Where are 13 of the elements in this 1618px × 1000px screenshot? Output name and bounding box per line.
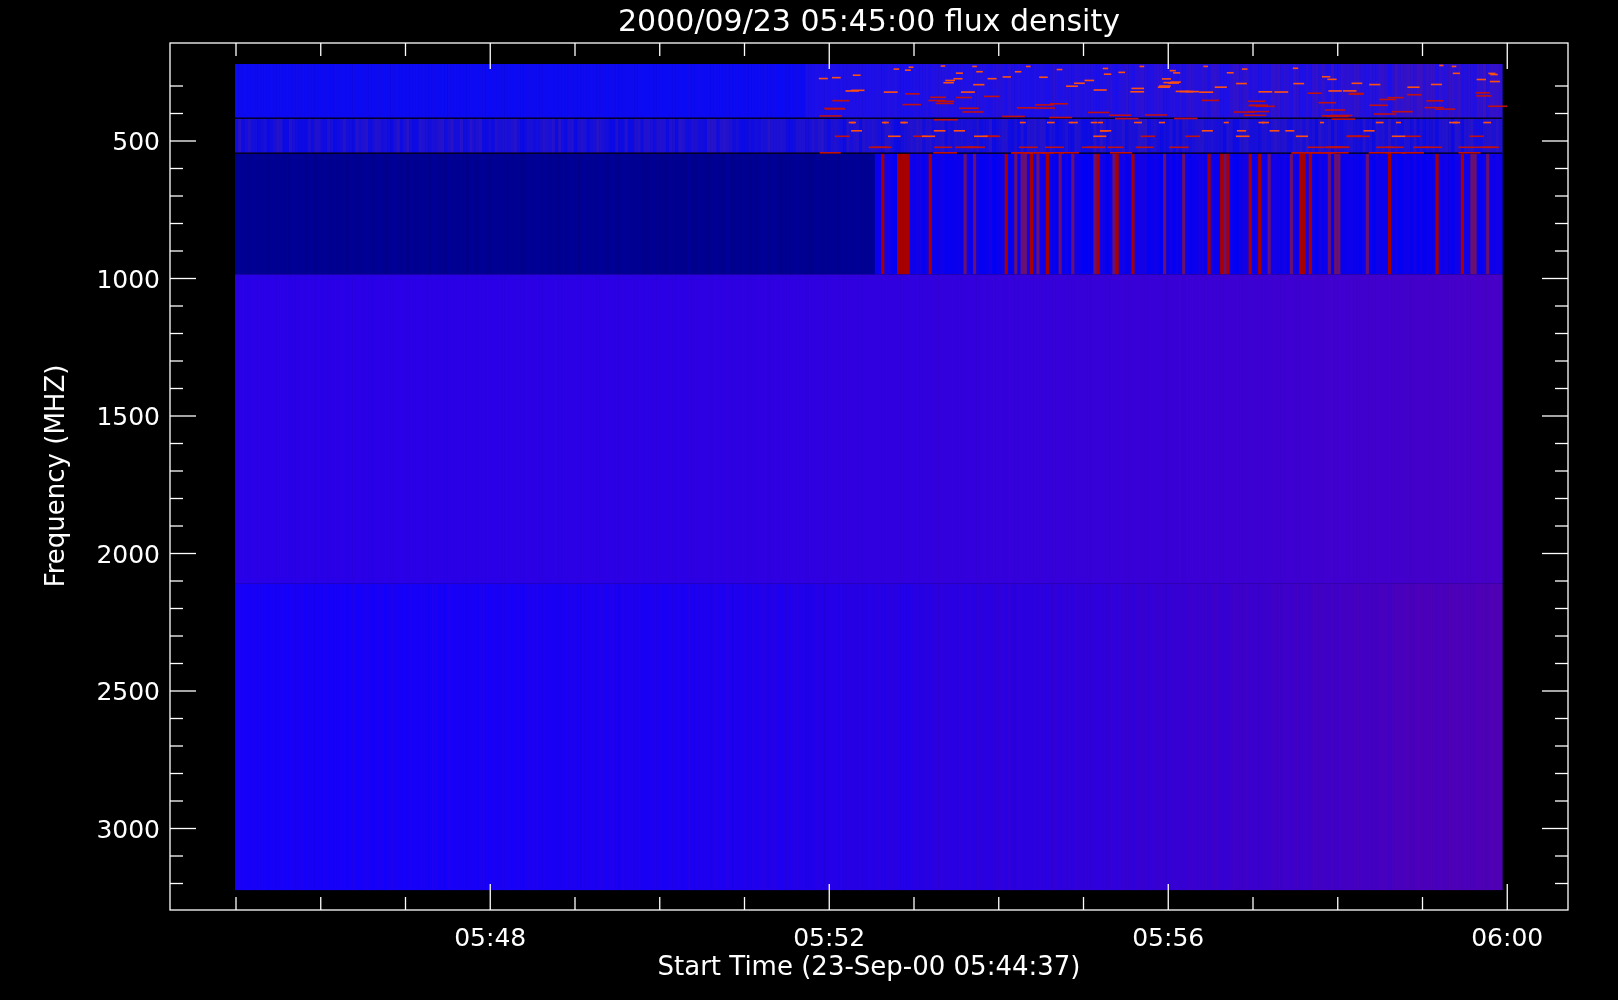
axis-tick-label: 05:52 — [793, 923, 866, 952]
axis-tick-label: 3000 — [96, 814, 160, 844]
axis-tick-label: 06:00 — [1471, 923, 1544, 952]
axis-tick-label: 1500 — [96, 402, 160, 431]
plot-title: 2000/09/23 05:45:00 flux density — [618, 3, 1120, 38]
axis-label: Frequency (MHZ) — [40, 364, 70, 588]
axis-tick-label: 2500 — [96, 677, 160, 706]
axis-tick-label: 2000 — [96, 539, 160, 569]
axis-tick-label: 1000 — [96, 264, 160, 294]
axis-tick-label: 500 — [112, 127, 160, 156]
axis-tick-label: 05:56 — [1132, 923, 1205, 952]
axis-tick-label: 05:48 — [454, 923, 527, 952]
axis-label: Start Time (23-Sep-00 05:44:37) — [657, 951, 1081, 981]
